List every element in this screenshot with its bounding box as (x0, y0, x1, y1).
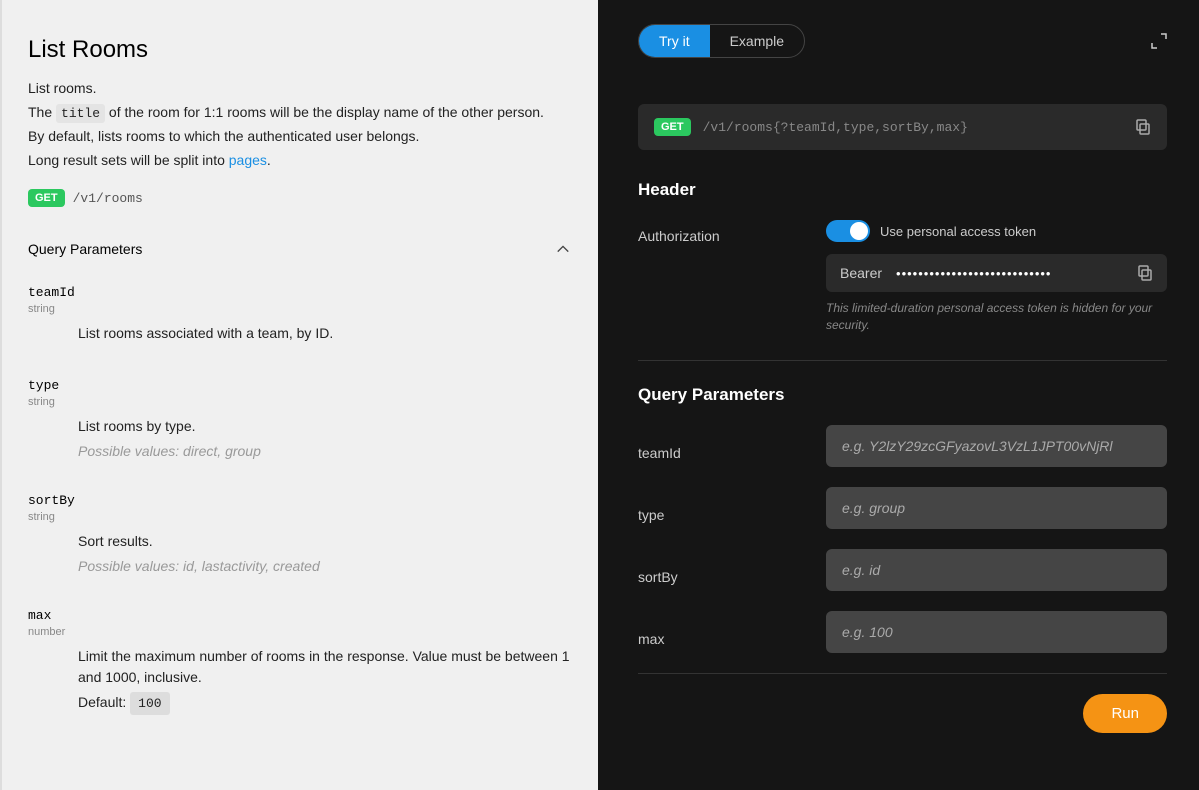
tab-example[interactable]: Example (710, 25, 804, 57)
bearer-label: Bearer (840, 265, 882, 281)
endpoint-path: /v1/rooms (73, 191, 143, 206)
max-input[interactable] (826, 611, 1167, 653)
param-desc: Limit the maximum number of rooms in the… (78, 646, 570, 688)
desc-post: of the room for 1:1 rooms will be the di… (105, 104, 544, 120)
run-button[interactable]: Run (1083, 694, 1167, 733)
desc-line-2: The title of the room for 1:1 rooms will… (28, 102, 570, 124)
tab-group: Try it Example (638, 24, 805, 58)
personal-token-toggle[interactable] (826, 220, 870, 242)
default-label: Default: (78, 694, 130, 710)
method-badge: GET (28, 189, 65, 207)
param-possible-values: Possible values: id, lastactivity, creat… (78, 558, 570, 574)
param-max: max number Limit the maximum number of r… (28, 608, 570, 711)
method-path-row: GET /v1/rooms (28, 189, 570, 207)
desc4-pre: Long result sets will be split into (28, 152, 229, 168)
query-params-section-title: Query Parameters (638, 385, 1167, 405)
input-label-teamid: teamId (638, 431, 826, 461)
auth-helper-text: This limited-duration personal access to… (826, 300, 1167, 334)
param-default: Default: 100 (78, 694, 570, 711)
url-path: /v1/rooms{?teamId,type,sortBy,max} (703, 120, 1123, 135)
toggle-knob (850, 222, 868, 240)
param-teamid: teamId string List rooms associated with… (28, 285, 570, 344)
param-desc: Sort results. (78, 531, 570, 552)
copy-icon[interactable] (1137, 265, 1153, 281)
param-type: number (28, 626, 570, 638)
teamid-input[interactable] (826, 425, 1167, 467)
param-name: type (28, 378, 570, 393)
desc-line-3: By default, lists rooms to which the aut… (28, 126, 570, 148)
param-desc: List rooms associated with a team, by ID… (78, 323, 570, 344)
url-method-badge: GET (654, 118, 691, 136)
chevron-up-icon (556, 242, 570, 256)
desc4-post: . (267, 152, 271, 168)
default-value-badge: 100 (130, 692, 169, 715)
tab-tryit[interactable]: Try it (639, 25, 710, 57)
page-title: List Rooms (28, 36, 570, 64)
desc-line-4: Long result sets will be split into page… (28, 150, 570, 172)
copy-icon[interactable] (1135, 119, 1151, 135)
param-type: type string List rooms by type. Possible… (28, 378, 570, 459)
type-input[interactable] (826, 487, 1167, 529)
bearer-token-hidden: •••••••••••••••••••••••••••• (896, 266, 1123, 281)
input-label-type: type (638, 493, 826, 523)
query-params-header[interactable]: Query Parameters (28, 241, 570, 267)
bearer-box: Bearer •••••••••••••••••••••••••••• (826, 254, 1167, 292)
auth-label: Authorization (638, 220, 826, 244)
header-section-title: Header (638, 180, 1167, 200)
query-params-label: Query Parameters (28, 241, 142, 257)
param-type: string (28, 396, 570, 408)
param-sortby: sortBy string Sort results. Possible val… (28, 493, 570, 574)
input-label-max: max (638, 617, 826, 647)
toggle-label: Use personal access token (880, 224, 1036, 239)
input-label-sortby: sortBy (638, 555, 826, 585)
url-box: GET /v1/rooms{?teamId,type,sortBy,max} (638, 104, 1167, 150)
param-possible-values: Possible values: direct, group (78, 443, 570, 459)
inline-code-title: title (56, 104, 105, 123)
divider (638, 360, 1167, 361)
param-name: sortBy (28, 493, 570, 508)
param-name: teamId (28, 285, 570, 300)
expand-icon[interactable] (1151, 33, 1167, 49)
param-type: string (28, 303, 570, 315)
param-name: max (28, 608, 570, 623)
desc-line-1: List rooms. (28, 78, 570, 100)
pages-link[interactable]: pages (229, 152, 267, 168)
param-desc: List rooms by type. (78, 416, 570, 437)
param-type: string (28, 511, 570, 523)
desc-pre: The (28, 104, 56, 120)
sortby-input[interactable] (826, 549, 1167, 591)
